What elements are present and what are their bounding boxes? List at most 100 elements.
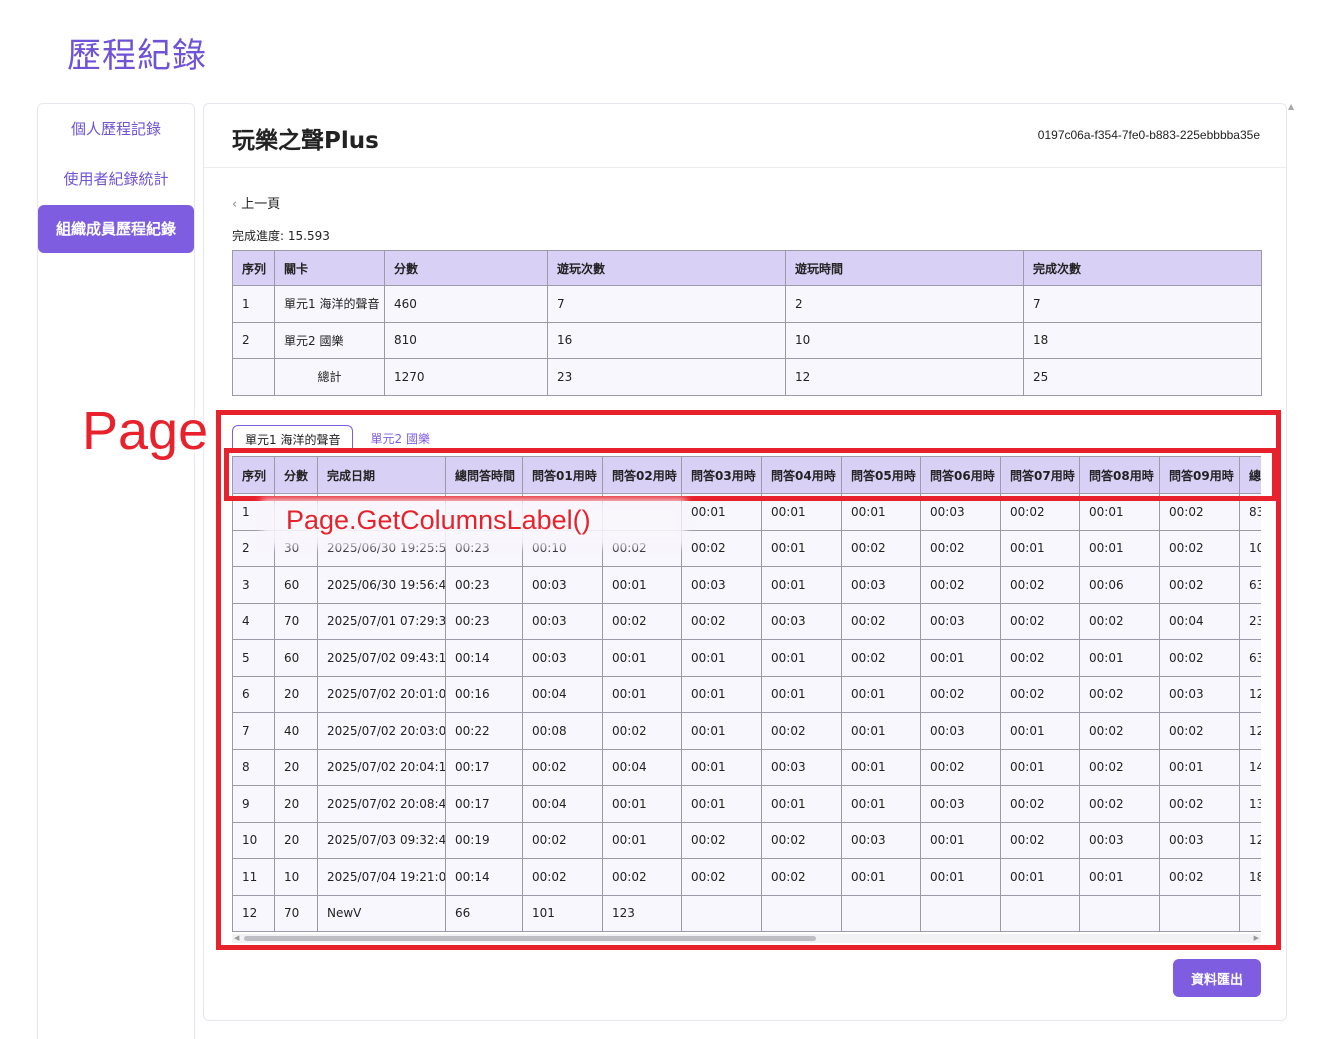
detail-cell: 00:01: [1079, 858, 1160, 896]
summary-cell: 810: [384, 321, 548, 359]
detail-cell: 00:01: [841, 858, 921, 896]
scroll-right-arrow-icon[interactable]: ▶: [1254, 934, 1259, 943]
detail-header-cell: 問答08用時: [1079, 456, 1160, 494]
summary-cell: 7: [1023, 285, 1262, 323]
summary-cell: 7: [547, 285, 786, 323]
detail-cell: 3: [232, 566, 275, 604]
detail-cell: 00:02: [522, 748, 603, 786]
detail-row: 8 20 2025/07/02 20:04:17 00:17 00:02 00:04 00:…: [232, 748, 1261, 786]
main-header: 玩樂之聲Plus 0197c06a-f354-7fe0-b883-225ebbb…: [204, 104, 1286, 168]
detail-cell: 00:01: [1159, 748, 1240, 786]
detail-cell: 00:22: [445, 712, 523, 750]
detail-cell: 123: [602, 894, 682, 932]
detail-cell: 00:02: [1079, 748, 1160, 786]
summary-cell: 1: [232, 285, 275, 323]
detail-cell: 00:01: [841, 675, 921, 713]
detail-cell: 63: [1239, 566, 1261, 604]
detail-cell: 00:02: [1079, 602, 1160, 640]
detail-cell: 00:02: [522, 821, 603, 859]
detail-row: 12 70 NewV 66 101 123: [232, 894, 1261, 932]
summary-total-label: 總計: [274, 358, 385, 396]
detail-cell: 00:03: [522, 639, 603, 677]
detail-cell: 00:02: [602, 712, 682, 750]
detail-cell: 00:02: [1079, 675, 1160, 713]
summary-header-cell: 遊玩時間: [785, 250, 1024, 286]
detail-cell: 00:17: [445, 748, 523, 786]
detail-row: 3 60 2025/06/30 19:56:42 00:23 00:03 00:01 00:…: [232, 566, 1261, 604]
detail-cell: 12: [1239, 821, 1261, 859]
progress-text: 完成進度: 15.593: [232, 229, 330, 243]
detail-cell: 23: [1239, 602, 1261, 640]
detail-cell: 00:01: [1079, 529, 1160, 567]
detail-cell: 00:03: [920, 785, 1001, 823]
detail-cell: [681, 894, 762, 932]
detail-cell: 60: [274, 566, 318, 604]
detail-cell: 18: [1239, 858, 1261, 896]
detail-cell: [1000, 894, 1080, 932]
annotation-page-label: Page: [82, 401, 209, 461]
detail-cell: 00:01: [841, 712, 921, 750]
detail-cell: 00:02: [1159, 529, 1240, 567]
detail-cell: 20: [274, 675, 318, 713]
detail-cell: 00:03: [1159, 821, 1240, 859]
detail-cell: 00:01: [920, 821, 1001, 859]
detail-cell: 00:02: [681, 529, 762, 567]
scroll-left-arrow-icon[interactable]: ◀: [234, 934, 239, 943]
detail-cell: 101: [522, 894, 603, 932]
detail-cell: 00:02: [841, 639, 921, 677]
detail-cell: 00:02: [602, 858, 682, 896]
detail-cell: 00:01: [602, 785, 682, 823]
detail-cell: 00:01: [1000, 748, 1080, 786]
summary-row: 2 單元2 國樂 810 16 10 18: [232, 321, 1262, 359]
summary-table: 序列 關卡 分數 遊玩次數 遊玩時間 完成次數 1 單元1 海洋的聲音 460 …: [232, 250, 1262, 396]
detail-cell: 00:03: [920, 493, 1001, 531]
detail-cell: 00:14: [445, 858, 523, 896]
tab-unit1[interactable]: 單元1 海洋的聲音: [232, 425, 354, 453]
detail-cell: 00:01: [920, 639, 1001, 677]
back-link[interactable]: ‹ 上一頁: [232, 193, 280, 212]
detail-cell: 2025/07/03 09:32:44: [317, 821, 446, 859]
scroll-up-arrow-icon[interactable]: ▲: [1288, 102, 1294, 111]
summary-header-row: 序列 關卡 分數 遊玩次數 遊玩時間 完成次數: [232, 250, 1262, 286]
detail-header-cell: 序列: [232, 456, 275, 494]
detail-cell: 00:16: [445, 675, 523, 713]
detail-cell: [1159, 894, 1240, 932]
detail-cell: 00:01: [761, 529, 842, 567]
detail-cell: [1239, 894, 1261, 932]
detail-cell: 00:01: [681, 639, 762, 677]
detail-cell: 00:04: [522, 675, 603, 713]
summary-header-cell: 序列: [232, 250, 275, 286]
detail-cell: [920, 894, 1001, 932]
unit-tabs: 單元1 海洋的聲音 單元2 國樂: [232, 425, 442, 453]
detail-cell: 6: [232, 675, 275, 713]
detail-cell: 2025/06/30 19:56:42: [317, 566, 446, 604]
detail-cell: 00:02: [1000, 602, 1080, 640]
detail-header-row: 序列 分數 完成日期 總問答時間 問答01用時 問答02用時 問答03用時 問答04用時 問答0…: [232, 456, 1261, 494]
sidebar-item-org-member-records[interactable]: 組織成員歷程紀錄: [38, 205, 194, 253]
detail-cell: 40: [274, 712, 318, 750]
sidebar-item-user-statistics[interactable]: 使用者紀錄統計: [38, 155, 194, 203]
detail-cell: 00:01: [681, 712, 762, 750]
sidebar-item-personal-records[interactable]: 個人歷程記錄: [38, 105, 194, 153]
detail-cell: 00:03: [841, 821, 921, 859]
detail-cell: 00:01: [761, 493, 842, 531]
detail-cell: 2025/07/02 20:03:07: [317, 712, 446, 750]
export-button[interactable]: 資料匯出: [1173, 959, 1261, 997]
scrollbar-thumb[interactable]: [244, 936, 816, 941]
detail-cell: 00:08: [522, 712, 603, 750]
detail-cell: [761, 894, 842, 932]
detail-cell: 00:01: [761, 785, 842, 823]
horizontal-scrollbar[interactable]: ◀ ▶: [232, 934, 1261, 943]
tab-unit2[interactable]: 單元2 國樂: [359, 425, 442, 453]
detail-cell: 83: [1239, 493, 1261, 531]
detail-cell: 00:02: [761, 712, 842, 750]
user-uuid: 0197c06a-f354-7fe0-b883-225ebbbba35e: [1037, 128, 1260, 142]
summary-cell: 1270: [384, 358, 548, 396]
detail-cell: 00:04: [602, 748, 682, 786]
detail-cell: 66: [445, 894, 523, 932]
summary-cell: 16: [547, 321, 786, 359]
detail-cell: 00:03: [841, 566, 921, 604]
summary-header-cell: 分數: [384, 250, 548, 286]
detail-cell: 00:01: [602, 675, 682, 713]
detail-cell: 70: [274, 894, 318, 932]
